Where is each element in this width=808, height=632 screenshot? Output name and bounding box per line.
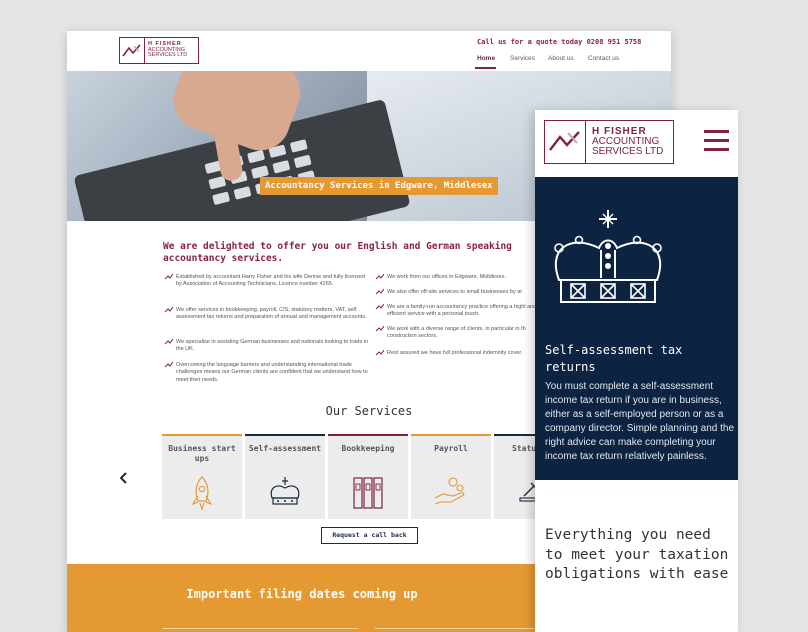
logo-chart-icon [120, 38, 145, 63]
logo-line3: SERVICES LTD [148, 52, 188, 59]
tick-icon [376, 274, 384, 280]
binders-icon [353, 477, 383, 509]
request-callback-button[interactable]: Request a call back [321, 527, 418, 544]
bullet-item: We work from our offices in Edgware, Mid… [376, 274, 551, 281]
site-header: H FISHER ACCOUNTING SERVICES LTD Call us… [67, 31, 671, 72]
nav-about[interactable]: About us [548, 55, 574, 62]
nav-services[interactable]: Services [510, 55, 535, 62]
carousel-prev-button[interactable] [119, 472, 128, 487]
logo-chart-icon [545, 121, 586, 163]
nav-active-indicator [475, 67, 496, 69]
divider [163, 628, 358, 629]
bullet-item: We also offer off-site services to small… [376, 289, 551, 296]
mobile-logo[interactable]: H FISHER ACCOUNTING SERVICES LTD [544, 120, 674, 164]
logo[interactable]: H FISHER ACCOUNTING SERVICES LTD [119, 37, 199, 64]
bullet-item: We are a family-run accountancy practice… [376, 304, 551, 319]
nav-home[interactable]: Home [477, 55, 495, 62]
service-card-payroll[interactable]: Payroll [411, 434, 491, 519]
divider [375, 628, 539, 629]
tick-icon [376, 350, 384, 356]
tick-icon [376, 326, 384, 332]
hand-coins-icon [434, 477, 465, 505]
service-card-startups[interactable]: Business start ups [162, 434, 242, 519]
crown-icon [554, 210, 662, 303]
intro-heading: We are delighted to offer you our Englis… [163, 241, 512, 264]
nav-contact[interactable]: Contact us [588, 55, 619, 62]
chevron-left-icon [119, 472, 127, 484]
filing-heading: Important filing dates coming up [186, 587, 418, 601]
bullet-item: We work with a diverse range of clients,… [376, 326, 551, 341]
hamburger-icon[interactable] [704, 130, 729, 152]
bullet-item: Overcoming the language barriers and und… [165, 362, 371, 384]
mobile-mockup: H FISHER ACCOUNTING SERVICES LTD Self-as… [535, 110, 738, 632]
tick-icon [165, 339, 173, 345]
tick-icon [165, 362, 173, 368]
bullet-item: Rest assured we have full professional i… [376, 350, 551, 357]
tick-icon [376, 289, 384, 295]
rocket-icon [191, 476, 213, 511]
bullet-item: We offer services in bookkeeping, payrol… [165, 307, 371, 322]
service-card-title: Self-assessment tax returns [545, 343, 683, 374]
tick-icon [165, 307, 173, 313]
bullet-item: We specialise in assisting German busine… [165, 339, 371, 354]
phone-cta[interactable]: Call us for a quote today 0208 951 5758 [477, 38, 641, 46]
tick-icon [165, 274, 173, 280]
tick-icon [376, 304, 384, 310]
bullet-item: Established by accountant Harry Fisher a… [165, 274, 371, 289]
service-card-self-assessment[interactable]: Self-assessment [245, 434, 325, 519]
crown-icon [270, 477, 300, 505]
service-card-body: You must complete a self-assessment inco… [545, 381, 735, 462]
tagline-heading: Everything you need to meet your taxatio… [545, 527, 729, 583]
hero-label: Accountancy Services in Edgware, Middles… [260, 177, 498, 195]
service-card-bookkeeping[interactable]: Bookkeeping [328, 434, 408, 519]
logo-line3: SERVICES LTD [592, 146, 664, 158]
